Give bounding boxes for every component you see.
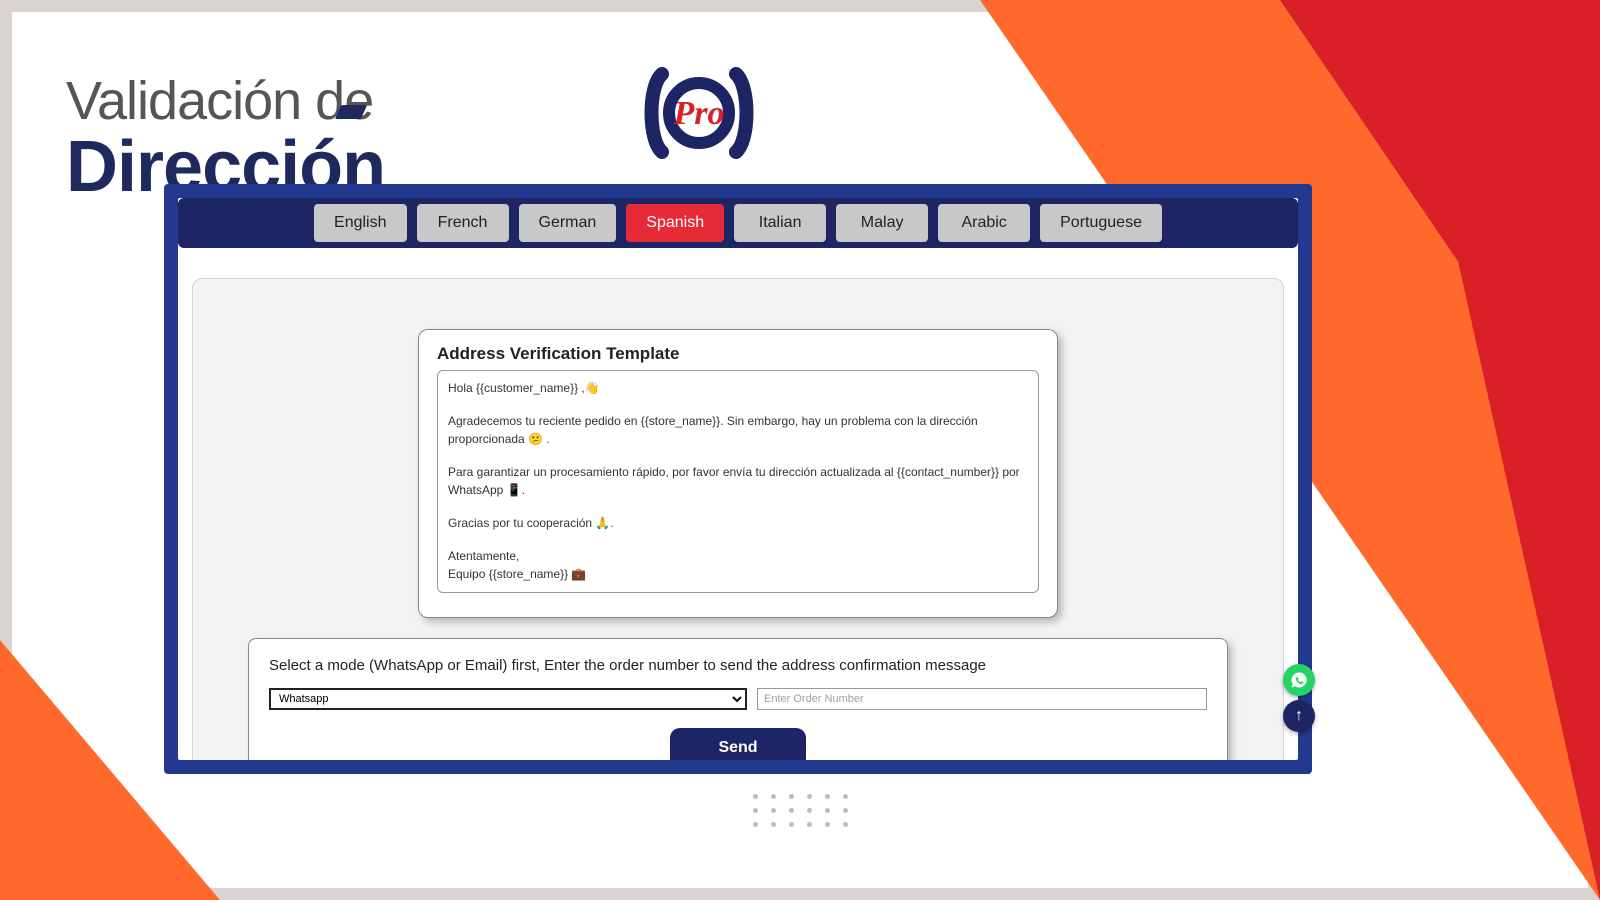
template-p1: Agradecemos tu reciente pedido en {{stor… bbox=[448, 412, 1028, 449]
panel-background: Address Verification Template Hola {{cus… bbox=[192, 278, 1284, 760]
lang-tab-malay[interactable]: Malay bbox=[836, 204, 928, 242]
action-row: Whatsapp bbox=[269, 688, 1207, 710]
action-help-text: Select a mode (WhatsApp or Email) first,… bbox=[269, 657, 1207, 674]
lang-tab-english[interactable]: English bbox=[314, 204, 406, 242]
send-button[interactable]: Send bbox=[670, 728, 806, 760]
page-title-line1: Validación de bbox=[66, 70, 385, 132]
template-signature: Atentamente, Equipo {{store_name}} 💼 bbox=[448, 547, 1028, 584]
app-frame: English French GermanSpanish Italian Malay Ar… bbox=[164, 184, 1312, 774]
lang-tab-italian[interactable]: Italian bbox=[734, 204, 826, 242]
lang-tab-arabic[interactable]: Arabic bbox=[938, 204, 1030, 242]
language-tab-bar: English French GermanSpanish Italian Malay Ar… bbox=[178, 198, 1298, 248]
template-sign1: Atentamente, bbox=[448, 549, 519, 563]
dots-decoration bbox=[12, 790, 1588, 832]
lang-tab-german[interactable]: German bbox=[519, 204, 617, 242]
template-title: Address Verification Template bbox=[437, 344, 1039, 364]
scroll-top-button[interactable]: ↑ bbox=[1283, 700, 1315, 732]
template-thanks: Gracias por tu cooperación 🙏. bbox=[448, 514, 1028, 533]
bg-triangle-red-edge bbox=[1400, 0, 1600, 900]
whatsapp-float-button[interactable] bbox=[1283, 664, 1315, 696]
app-inner: English French GermanSpanish Italian Malay Ar… bbox=[178, 198, 1298, 760]
pro-logo: Pro bbox=[626, 56, 772, 170]
lang-tab-portuguese[interactable]: Portuguese bbox=[1040, 204, 1162, 242]
lang-tab-spanish[interactable]: Spanish bbox=[626, 204, 724, 242]
action-card: Select a mode (WhatsApp or Email) first,… bbox=[248, 638, 1228, 760]
svg-text:Pro: Pro bbox=[673, 95, 725, 132]
template-p2: Para garantizar un procesamiento rápido,… bbox=[448, 463, 1028, 500]
template-greeting: Hola {{customer_name}} ,👋 bbox=[448, 379, 1028, 398]
arrow-up-icon: ↑ bbox=[1295, 707, 1303, 725]
mode-select[interactable]: Whatsapp bbox=[269, 688, 747, 710]
lang-tab-french[interactable]: French bbox=[417, 204, 509, 242]
template-body: Hola {{customer_name}} ,👋 Agradecemos tu… bbox=[437, 370, 1039, 593]
order-number-input[interactable] bbox=[757, 688, 1207, 710]
template-card: Address Verification Template Hola {{cus… bbox=[418, 329, 1058, 618]
whatsapp-icon bbox=[1290, 671, 1308, 689]
template-sign2: Equipo {{store_name}} 💼 bbox=[448, 567, 586, 581]
